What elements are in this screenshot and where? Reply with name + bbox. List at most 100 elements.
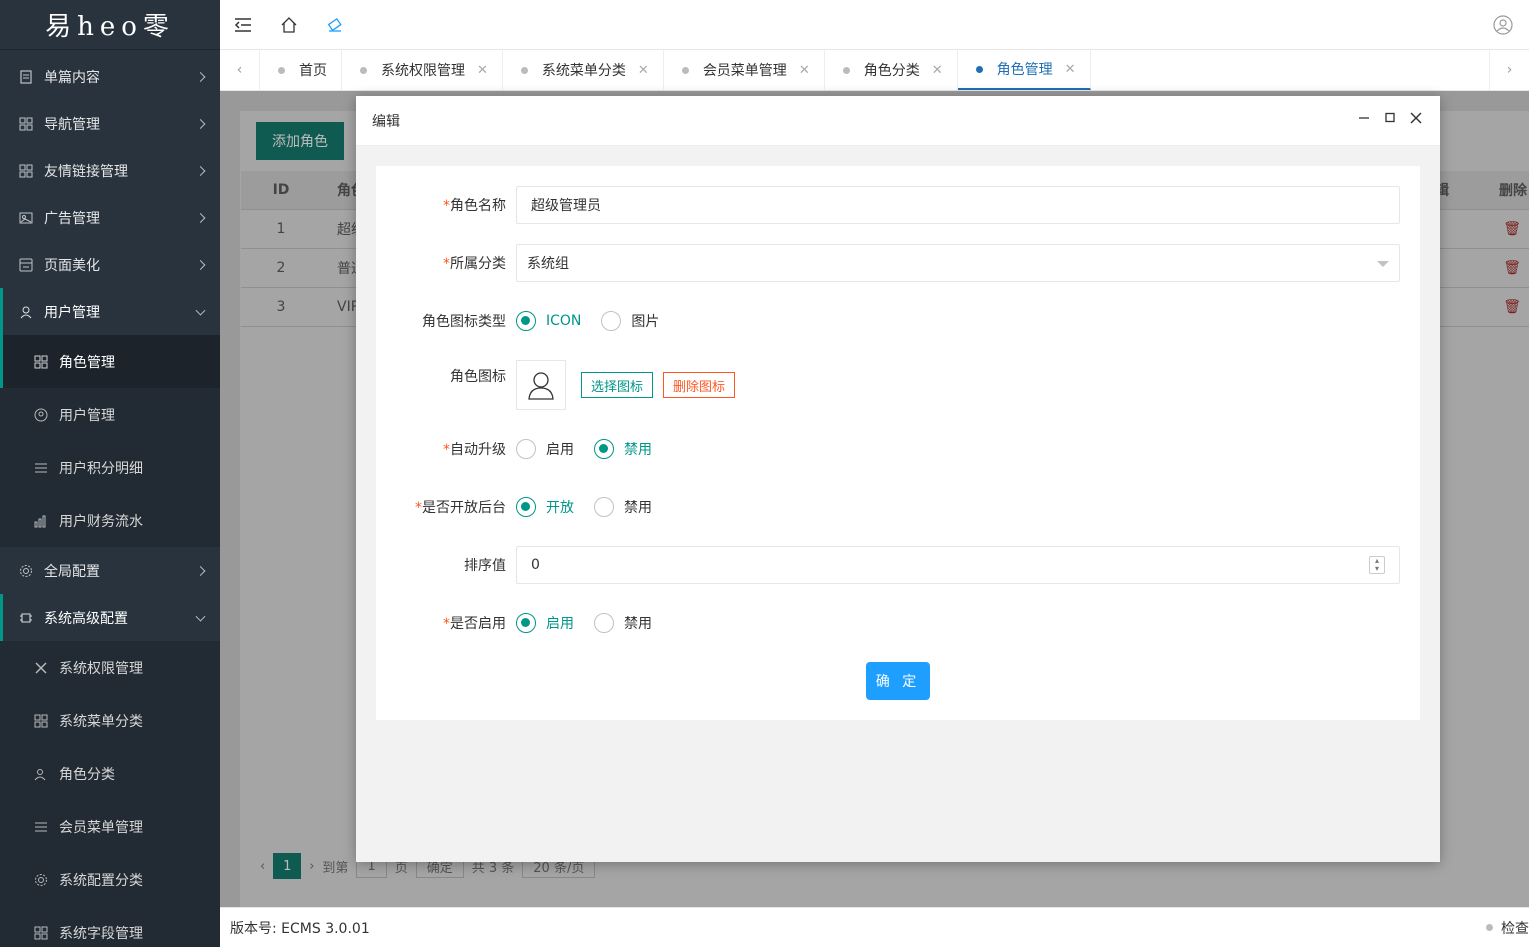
image-icon <box>18 210 34 226</box>
modal-body: *角色名称 超级管理员 *所属分类 系统组 角色图标类型 ICON 图片 角色图… <box>356 146 1440 862</box>
sort-input[interactable]: 0 ▴ ▾ <box>516 546 1400 584</box>
sidebar-item-label: 角色分类 <box>59 766 115 783</box>
top-bar <box>220 0 1529 50</box>
gear-icon <box>33 872 49 888</box>
sidebar-item-global-config[interactable]: 全局配置 <box>0 547 220 594</box>
chevron-right-icon <box>195 259 206 270</box>
auto-upgrade-label: *自动升级 <box>443 442 506 458</box>
footer: 版本号: ECMS 3.0.01 检查 <box>220 907 1529 947</box>
tab-scroll-left[interactable]: ‹ <box>220 50 260 90</box>
chevron-right-icon <box>195 565 206 576</box>
chart-icon <box>33 513 49 529</box>
icon-type-radio-image[interactable]: 图片 <box>601 311 659 331</box>
sidebar-item-member-menu[interactable]: 会员菜单管理 <box>0 800 220 853</box>
sidebar-item-sys-menu-category[interactable]: 系统菜单分类 <box>0 694 220 747</box>
sidebar-item-sys-permission[interactable]: 系统权限管理 <box>0 641 220 694</box>
enabled-radio-enable[interactable]: 启用 <box>516 613 574 633</box>
sidebar-item-label: 用户管理 <box>44 304 100 321</box>
sidebar-item-label: 用户财务流水 <box>59 513 143 530</box>
users-icon <box>33 766 49 782</box>
sidebar-item-label: 全局配置 <box>44 563 100 580</box>
radio-unchecked-icon <box>594 497 614 517</box>
sidebar-item-label: 系统高级配置 <box>44 610 128 627</box>
tab-label: 首页 <box>299 63 327 79</box>
sidebar-item-advanced-config[interactable]: 系统高级配置 <box>0 594 220 641</box>
role-name-label: *角色名称 <box>443 198 506 214</box>
app-logo[interactable]: 易heo零 <box>0 0 220 50</box>
required-mark: * <box>443 198 450 214</box>
grid-icon <box>33 925 49 941</box>
sidebar-item-user-points[interactable]: 用户积分明细 <box>0 441 220 494</box>
sidebar-item-role-management[interactable]: 角色管理 <box>0 335 220 388</box>
sidebar-item-single-content[interactable]: 单篇内容 <box>0 53 220 100</box>
header-delete: 删除 <box>1499 183 1527 199</box>
tab-role-category[interactable]: 角色分类 ✕ <box>825 50 958 90</box>
eraser-icon[interactable] <box>325 15 345 35</box>
footer-right[interactable]: 检查 <box>1486 918 1529 938</box>
auto-upgrade-radio-disable[interactable]: 禁用 <box>594 439 652 459</box>
required-mark: * <box>443 616 450 632</box>
sidebar-item-user-finance[interactable]: 用户财务流水 <box>0 494 220 547</box>
role-icon-preview <box>516 360 566 410</box>
tab-label: 系统权限管理 <box>381 63 465 79</box>
role-name-input[interactable]: 超级管理员 <box>516 186 1400 224</box>
close-icon[interactable]: ✕ <box>799 63 810 78</box>
auto-upgrade-radio-enable[interactable]: 启用 <box>516 439 574 459</box>
sidebar-item-friend-links[interactable]: 友情链接管理 <box>0 147 220 194</box>
sidebar-item-user-management[interactable]: 用户管理 <box>0 288 220 335</box>
chevron-right-icon <box>195 71 206 82</box>
grid-icon <box>33 713 49 729</box>
prev-page-icon[interactable]: ‹ <box>260 859 265 874</box>
backend-radio-open[interactable]: 开放 <box>516 497 574 517</box>
user-avatar-icon[interactable] <box>1493 15 1513 35</box>
trash-icon[interactable]: 🗑 <box>1503 221 1521 237</box>
close-icon[interactable]: ✕ <box>932 63 943 78</box>
user-circle-icon <box>33 407 49 423</box>
chevron-right-icon <box>195 165 206 176</box>
tab-scroll-right[interactable]: › <box>1489 50 1529 90</box>
document-icon <box>18 69 34 85</box>
trash-icon[interactable]: 🗑 <box>1503 299 1521 315</box>
next-page-icon[interactable]: › <box>309 859 314 874</box>
menu-collapse-icon[interactable] <box>233 15 253 35</box>
close-icon[interactable]: ✕ <box>1065 62 1076 77</box>
icon-type-row: 角色图标类型 ICON 图片 <box>376 302 1400 340</box>
tab-role-management[interactable]: 角色管理 ✕ <box>957 50 1091 90</box>
sidebar-item-sys-config-category[interactable]: 系统配置分类 <box>0 853 220 906</box>
radio-checked-icon <box>516 497 536 517</box>
page-number[interactable]: 1 <box>273 853 302 879</box>
delete-icon-button[interactable]: 删除图标 <box>663 372 736 398</box>
tab-sys-menu-category[interactable]: 系统菜单分类 ✕ <box>503 50 664 90</box>
close-icon[interactable]: ✕ <box>477 63 488 78</box>
enabled-radio-disable[interactable]: 禁用 <box>594 613 652 633</box>
home-icon[interactable] <box>279 15 299 35</box>
sidebar-item-page-beautify[interactable]: 页面美化 <box>0 241 220 288</box>
sidebar-item-ads[interactable]: 广告管理 <box>0 194 220 241</box>
minimize-icon[interactable] <box>1356 110 1372 126</box>
sidebar-item-label: 广告管理 <box>44 210 100 227</box>
trash-icon[interactable]: 🗑 <box>1503 260 1521 276</box>
sidebar-item-users[interactable]: 用户管理 <box>0 388 220 441</box>
close-icon[interactable] <box>1408 110 1424 126</box>
tab-home[interactable]: 首页 <box>260 50 342 90</box>
sidebar-item-sys-field[interactable]: 系统字段管理 <box>0 906 220 947</box>
backend-radio-disable[interactable]: 禁用 <box>594 497 652 517</box>
add-role-button[interactable]: 添加角色 <box>256 122 344 160</box>
chevron-right-icon: › <box>1506 62 1513 78</box>
role-name-row: *角色名称 超级管理员 <box>376 186 1400 224</box>
category-select[interactable]: 系统组 <box>516 244 1400 282</box>
icon-type-radio-icon[interactable]: ICON <box>516 311 581 331</box>
tab-member-menu[interactable]: 会员菜单管理 ✕ <box>664 50 825 90</box>
close-icon[interactable]: ✕ <box>638 63 649 78</box>
grid-icon <box>33 354 49 370</box>
user-icon <box>18 304 34 320</box>
sidebar-item-role-category[interactable]: 角色分类 <box>0 747 220 800</box>
enabled-label: *是否启用 <box>443 616 506 632</box>
number-stepper-icon[interactable]: ▴ ▾ <box>1369 556 1385 574</box>
sidebar-item-navigation[interactable]: 导航管理 <box>0 100 220 147</box>
confirm-button[interactable]: 确 定 <box>866 662 930 700</box>
choose-icon-button[interactable]: 选择图标 <box>581 372 654 398</box>
tab-sys-permission[interactable]: 系统权限管理 ✕ <box>342 50 503 90</box>
role-icon-label: 角色图标 <box>450 369 506 385</box>
maximize-icon[interactable] <box>1382 110 1398 126</box>
